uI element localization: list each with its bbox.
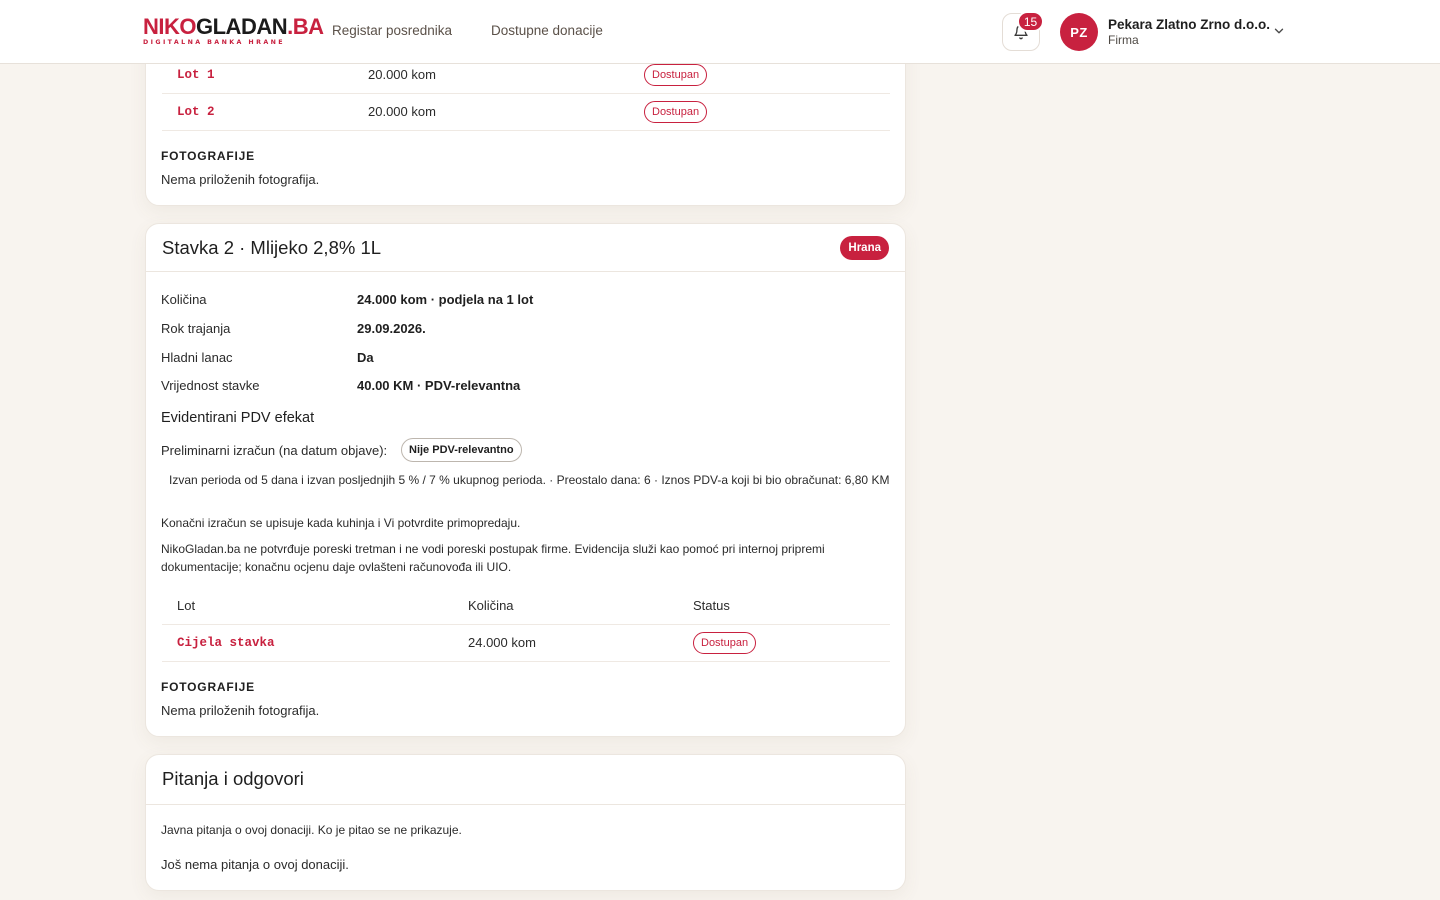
table-row-divider — [162, 130, 890, 131]
table-row-divider — [162, 661, 890, 662]
user-role-label: Firma — [1108, 33, 1139, 47]
field-label-hladni-lanac: Hladni lanac — [161, 350, 233, 365]
questions-title: Pitanja i odgovori — [162, 768, 304, 789]
nav-link-registar-posrednika[interactable]: Registar posrednika — [332, 23, 452, 38]
lot-2-quantity: 20.000 kom — [368, 104, 436, 119]
questions-empty-text: Još nema pitanja o ovoj donaciji. — [161, 857, 349, 872]
logo-part-gladan: GLADAN — [196, 14, 288, 39]
photos-heading: FOTOGRAFIJE — [161, 149, 255, 163]
lot-2-name[interactable]: Lot 2 — [177, 105, 215, 119]
photos-empty-text: Nema priloženih fotografija. — [161, 172, 320, 187]
item-2-title: Stavka 2 · Mlijeko 2,8% 1L — [162, 237, 382, 258]
photos-heading: FOTOGRAFIJE — [161, 680, 255, 694]
top-navigation-bar: NIKOGLADAN.BA DIGITALNA BANKA HRANE Regi… — [0, 0, 1440, 64]
item-2-card-header: Stavka 2 · Mlijeko 2,8% 1L Hrana — [146, 224, 905, 272]
pdv-detail-text: Izvan perioda od 5 dana i izvan posljedn… — [169, 473, 890, 487]
table-header-divider — [162, 624, 890, 625]
logo-wordmark: NIKOGLADAN.BA — [143, 14, 324, 39]
field-value-hladni-lanac: Da — [357, 350, 374, 365]
user-company-name[interactable]: Pekara Zlatno Zrno d.o.o. — [1108, 17, 1270, 32]
lot-cijela-stavka-status-badge: Dostupan — [693, 632, 757, 654]
field-label-rok-trajanja: Rok trajanja — [161, 321, 231, 336]
pdv-section-heading: Evidentirani PDV efekat — [161, 410, 315, 426]
lot-cijela-stavka-name[interactable]: Cijela stavka — [177, 636, 275, 650]
logo-part-niko: NIKO — [143, 14, 197, 39]
table-row-divider — [162, 93, 890, 94]
field-value-kolicina: 24.000 kom · podjela na 1 lot — [357, 292, 534, 307]
questions-description: Javna pitanja o ovoj donaciji. Ko je pit… — [161, 823, 462, 837]
nav-link-dostupne-donacije[interactable]: Dostupne donacije — [491, 23, 603, 38]
table-header-status: Status — [693, 598, 730, 613]
field-value-vrijednost: 40.00 KM · PDV-relevantna — [357, 378, 521, 393]
questions-card: Pitanja i odgovori Javna pitanja o ovoj … — [145, 754, 906, 891]
pdv-disclaimer: NikoGladan.ba ne potvrđuje poreski tretm… — [161, 542, 825, 574]
table-header-kolicina: Količina — [468, 598, 514, 613]
table-header-lot: Lot — [177, 598, 196, 613]
questions-card-header: Pitanja i odgovori — [146, 755, 905, 805]
notification-count-badge: 15 — [1017, 11, 1044, 32]
field-value-rok-trajanja: 29.09.2026. — [357, 321, 426, 336]
lot-2-status-badge: Dostupan — [644, 101, 708, 123]
lot-cijela-stavka-quantity: 24.000 kom — [468, 635, 536, 650]
pdv-final-note: Konačni izračun se upisuje kada kuhinja … — [161, 516, 521, 530]
site-logo[interactable]: NIKOGLADAN.BA DIGITALNA BANKA HRANE — [143, 14, 324, 47]
item-2-card: Stavka 2 · Mlijeko 2,8% 1L Hrana Količin… — [145, 223, 906, 737]
lot-1-name[interactable]: Lot 1 — [177, 68, 215, 82]
logo-part-ba: .BA — [287, 14, 324, 39]
lot-1-quantity: 20.000 kom — [368, 67, 436, 82]
pdv-status-badge: Nije PDV-relevantno — [401, 438, 522, 462]
category-badge: Hrana — [840, 236, 889, 260]
pdv-preliminary-label: Preliminarni izračun (na datum objave): — [161, 443, 388, 458]
field-label-kolicina: Količina — [161, 292, 207, 307]
user-menu-toggle[interactable] — [1272, 24, 1286, 43]
logo-tagline: DIGITALNA BANKA HRANE — [143, 39, 285, 46]
user-avatar[interactable]: PZ — [1060, 13, 1098, 51]
field-label-vrijednost: Vrijednost stavke — [161, 378, 260, 393]
photos-empty-text: Nema priloženih fotografija. — [161, 703, 320, 718]
lot-1-status-badge: Dostupan — [644, 64, 708, 86]
chevron-down-icon — [1274, 28, 1284, 34]
